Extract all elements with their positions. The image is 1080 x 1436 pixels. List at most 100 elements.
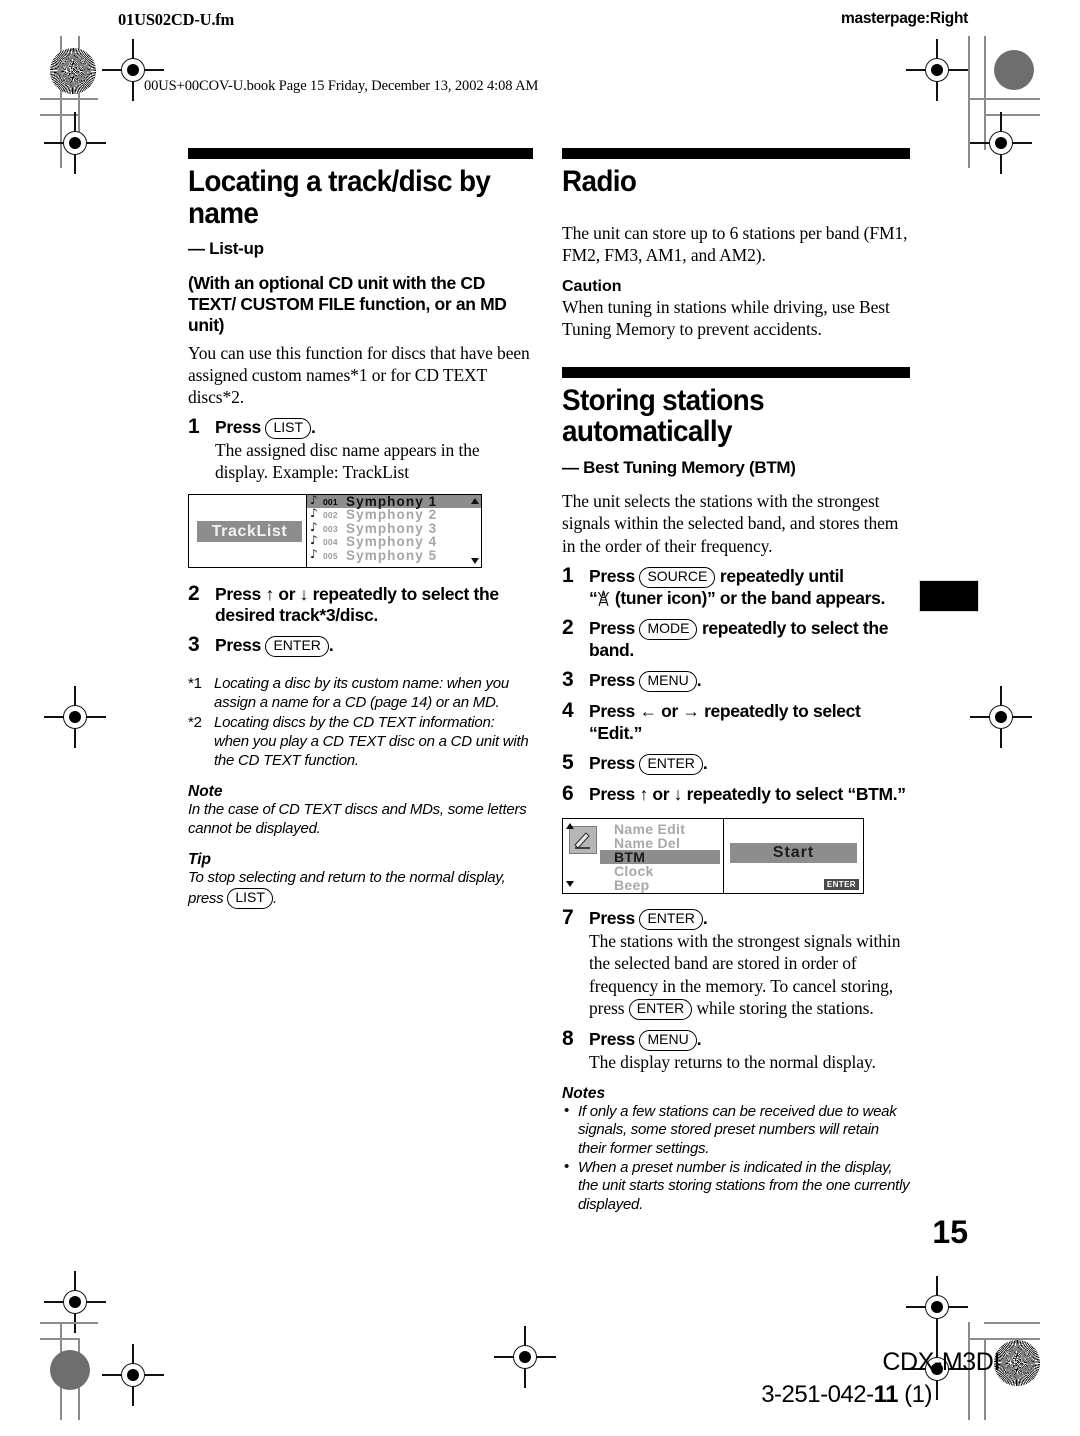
registration-mark — [102, 1344, 164, 1406]
trim-line — [984, 114, 1040, 116]
step-number: 8 — [562, 1026, 574, 1050]
storing-stations-title: Storing stations automatically — [562, 383, 765, 449]
list-key[interactable]: LIST — [227, 887, 273, 909]
menu-key[interactable]: MENU — [639, 1029, 697, 1051]
track-name: Symphony 4 — [346, 534, 438, 550]
track-name: Symphony 3 — [346, 520, 438, 536]
source-key[interactable]: SOURCE — [639, 566, 716, 588]
enter-key[interactable]: ENTER — [628, 998, 693, 1020]
step-text: Press ↑ or ↓ repeatedly to select the de… — [215, 583, 499, 625]
music-note-icon: ♪ — [310, 506, 318, 521]
track-name: Symphony 5 — [346, 547, 438, 563]
caution-text: When tuning in stations while driving, u… — [562, 297, 890, 340]
density-patch — [50, 1350, 90, 1390]
bullet-icon: • — [564, 1157, 570, 1175]
scroll-up-icon[interactable] — [471, 497, 479, 504]
note-bullet-text: When a preset number is indicated in the… — [578, 1158, 910, 1213]
lcd-track-row[interactable]: ♪ 001 Symphony 1 — [307, 492, 481, 509]
step-label: Press — [589, 1028, 635, 1049]
music-note-icon: ♪ — [310, 519, 318, 534]
step-label: Press — [589, 670, 635, 691]
step-label: Press — [589, 618, 635, 639]
menu-item[interactable]: Name Edit — [600, 822, 720, 836]
enter-key[interactable]: ENTER — [639, 754, 703, 775]
page-title: Locating a track/disc by name — [188, 165, 491, 230]
menu-item-btm[interactable]: BTM — [600, 850, 720, 865]
start-button[interactable]: Start — [730, 843, 857, 864]
quote-open: “ — [589, 587, 598, 608]
part-number-bold: 11 — [873, 1381, 899, 1408]
trim-line — [968, 36, 970, 168]
step-label-after: . — [328, 635, 334, 656]
step-label: Press — [215, 635, 261, 656]
bold-intro: (With an optional CD unit with the CD TE… — [188, 272, 507, 336]
tip-text-after: . — [272, 889, 277, 907]
density-bar — [919, 580, 979, 612]
menu-scroll-down-icon[interactable] — [566, 881, 574, 888]
lcd-track-list: ♪ 001 Symphony 1 ♪ 002 Symphony 2 ♪ 003 … — [306, 492, 481, 567]
lcd-scrollbar[interactable] — [469, 495, 481, 567]
manual-page: 01US02CD-U.fm masterpage:Right 00US+00CO… — [0, 0, 1080, 1436]
mode-key[interactable]: MODE — [639, 619, 698, 641]
step-number: 3 — [562, 668, 574, 692]
step-4: 4 Press ← or → repeatedly to select “Edi… — [562, 699, 910, 744]
registration-mark — [44, 112, 106, 174]
menu-item[interactable]: Name Del — [600, 836, 720, 850]
part-number-main: 3-251-042- — [761, 1381, 874, 1408]
step-description: The assigned disc name appears in the di… — [215, 440, 480, 483]
step-2: 2 Press ↑ or ↓ repeatedly to select the … — [188, 581, 533, 627]
menu-key[interactable]: MENU — [639, 671, 697, 693]
btm-subtitle: — Best Tuning Memory (BTM) — [562, 458, 796, 478]
footnote-text: Locating discs by the CD TEXT informatio… — [214, 714, 529, 769]
radio-section-title: Radio — [562, 165, 637, 198]
lcd-track-row[interactable]: ♪ 004 Symphony 4 — [307, 534, 481, 550]
menu-item[interactable]: Beep — [600, 878, 720, 892]
enter-key[interactable]: ENTER — [639, 909, 703, 931]
intro-paragraph: You can use this function for discs that… — [188, 342, 530, 408]
book-timestamp-line: 00US+00COV-U.book Page 15 Friday, Decemb… — [144, 78, 539, 94]
step-7: 7 Press ENTER. The stations with the str… — [562, 906, 910, 1020]
footnote-mark: *2 — [188, 714, 202, 732]
pencil-icon — [569, 826, 597, 855]
density-patch — [994, 50, 1034, 90]
music-note-icon: ♪ — [310, 492, 318, 507]
right-column: Radio The unit can store up to 6 station… — [562, 148, 910, 1214]
section-rule — [562, 148, 910, 159]
menu-scroll-up-icon[interactable] — [566, 823, 574, 830]
step-2: 2 Press MODE repeatedly to select the ba… — [562, 616, 910, 661]
step-label-after: repeatedly until — [719, 565, 844, 586]
scroll-down-icon[interactable] — [471, 557, 479, 564]
step-text: Press ← or → repeatedly to select “Edit.… — [589, 701, 861, 743]
step-number: 2 — [562, 616, 574, 640]
list-key[interactable]: LIST — [265, 418, 312, 440]
section-rule — [188, 148, 533, 159]
menu-item[interactable]: Clock — [600, 864, 720, 878]
tip-heading: Tip — [188, 851, 211, 869]
registration-mark — [494, 1326, 556, 1388]
footnote: *2 Locating discs by the CD TEXT informa… — [188, 714, 533, 770]
step-description: The stations with the strongest signals … — [589, 930, 910, 1020]
model-number: CDX-M3DI — [882, 1348, 1000, 1376]
registration-mark — [44, 686, 106, 748]
lcd-menu-pane: Start ENTER — [723, 819, 863, 894]
enter-badge: ENTER — [823, 879, 859, 891]
note-bullet-text: If only a few stations can be received d… — [578, 1102, 897, 1158]
lcd-track-row[interactable]: ♪ 005 Symphony 5 — [307, 547, 481, 563]
lcd-track-row[interactable]: ♪ 003 Symphony 3 — [307, 519, 481, 536]
track-name: Symphony 2 — [346, 507, 438, 523]
step-label-after: . — [696, 670, 702, 691]
step-number: 5 — [562, 751, 574, 775]
registration-mark — [906, 1276, 968, 1338]
step-label: Press — [589, 908, 635, 929]
step-label-after: . — [311, 417, 316, 438]
step-label-after: . — [702, 753, 708, 774]
step-number: 4 — [562, 699, 574, 723]
track-index: 001 — [323, 496, 338, 507]
step-label-tuner: (tuner icon)” or the band appears. — [610, 587, 885, 608]
lcd-track-row[interactable]: ♪ 002 Symphony 2 — [307, 506, 481, 523]
step-1: 1 Press LIST. The assigned disc name app… — [188, 415, 533, 483]
step-label: Press — [589, 753, 635, 774]
enter-key[interactable]: ENTER — [265, 636, 329, 658]
step-number: 2 — [188, 581, 200, 605]
note-bullet: • When a preset number is indicated in th… — [562, 1157, 910, 1215]
